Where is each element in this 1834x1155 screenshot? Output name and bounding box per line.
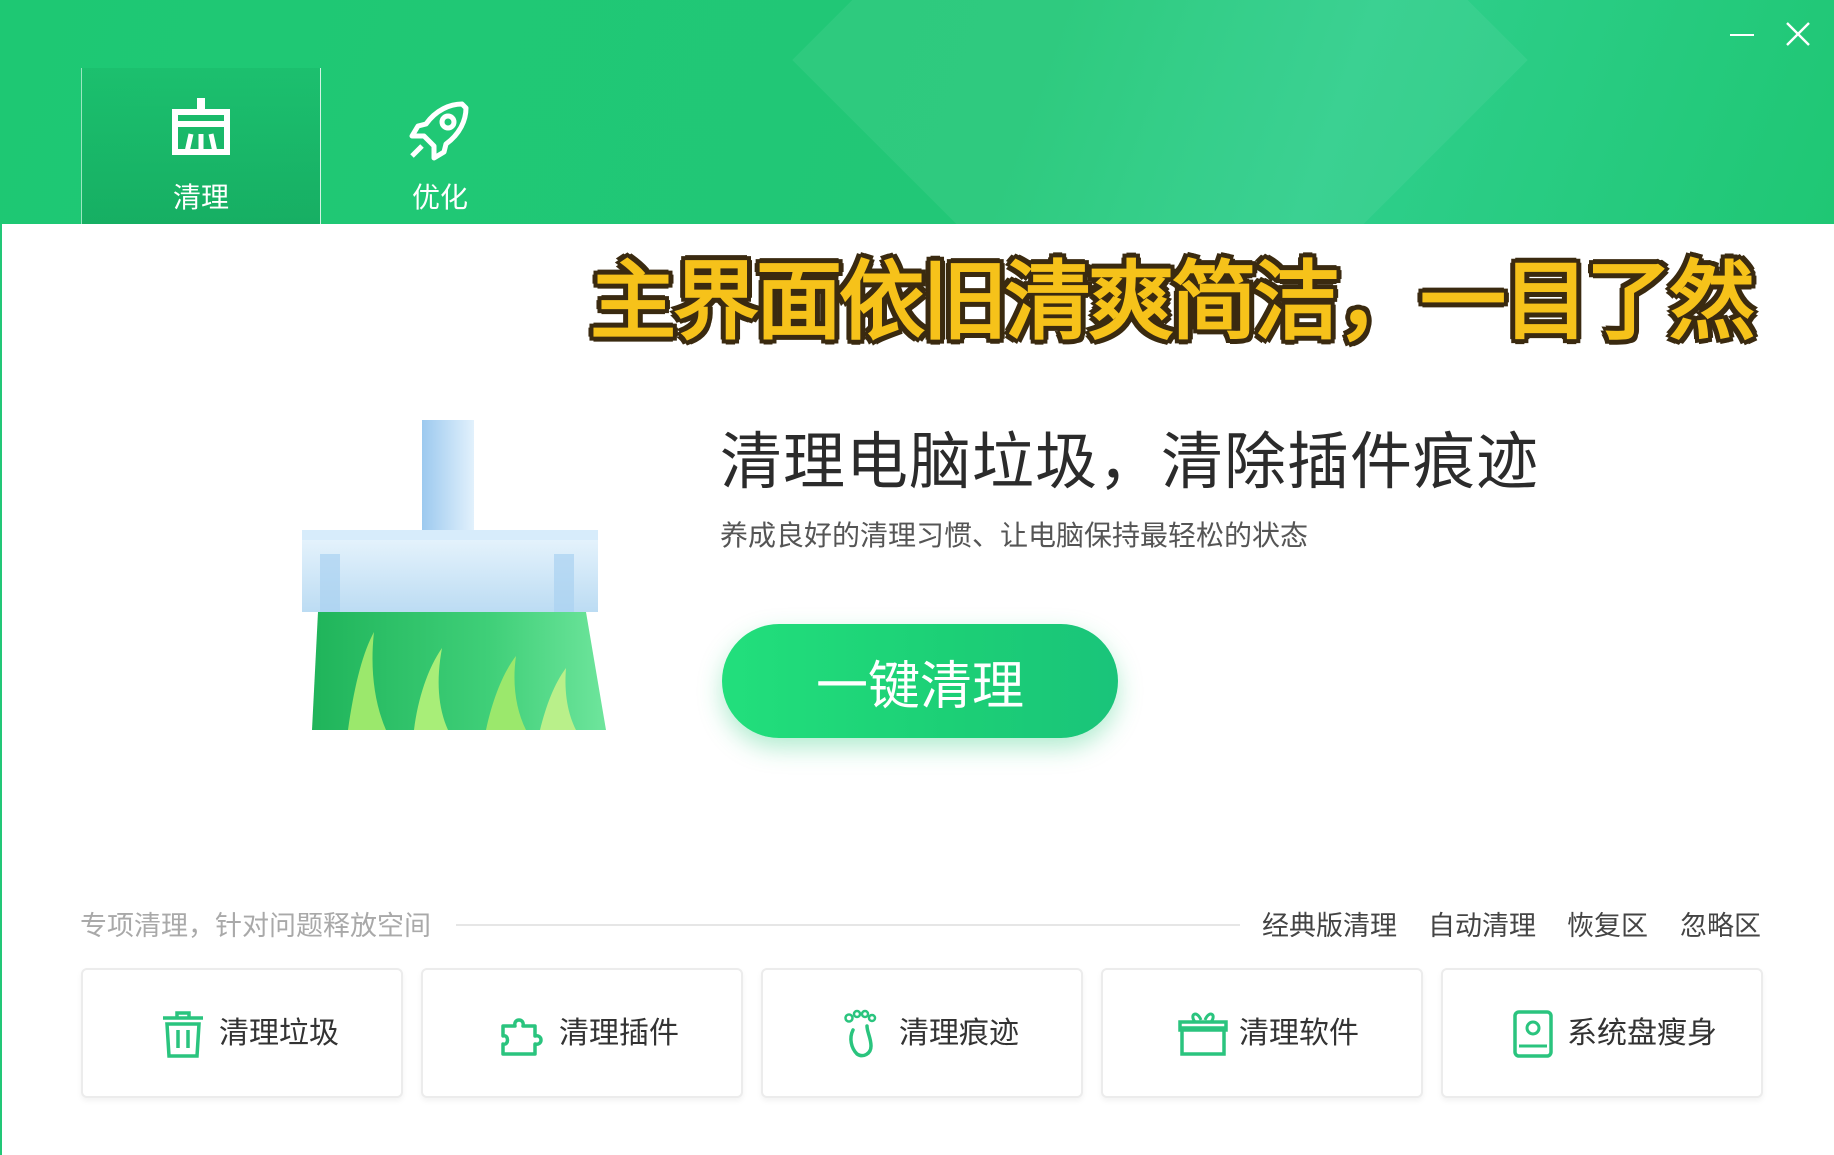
overlay-banner: 主界面依旧清爽简洁，一目了然 bbox=[590, 252, 1755, 352]
tab-divider bbox=[320, 68, 321, 224]
link-auto-clean[interactable]: 自动清理 bbox=[1428, 904, 1536, 943]
card-clean-plugins-label: 清理插件 bbox=[559, 1016, 679, 1051]
minimize-button[interactable] bbox=[1722, 14, 1762, 54]
card-system-disk-slim[interactable]: 系统盘瘦身 bbox=[1441, 968, 1763, 1098]
section-divider bbox=[456, 924, 1240, 926]
card-clean-plugins[interactable]: 清理插件 bbox=[421, 968, 743, 1098]
rocket-icon bbox=[409, 101, 469, 161]
card-clean-software[interactable]: 清理软件 bbox=[1101, 968, 1423, 1098]
card-clean-traces-label: 清理痕迹 bbox=[899, 1016, 1019, 1051]
card-clean-junk-label: 清理垃圾 bbox=[219, 1016, 339, 1051]
card-clean-junk[interactable]: 清理垃圾 bbox=[81, 968, 403, 1098]
link-restore-area[interactable]: 恢复区 bbox=[1567, 904, 1648, 943]
hero-subtitle: 养成良好的清理习惯、让电脑保持最轻松的状态 bbox=[720, 519, 1309, 552]
broom-icon bbox=[172, 98, 230, 155]
trash-icon bbox=[163, 1011, 203, 1058]
card-system-disk-slim-label: 系统盘瘦身 bbox=[1567, 1016, 1717, 1051]
tab-clean-label: 清理 bbox=[172, 181, 229, 214]
tab-optimize[interactable]: 优化 bbox=[321, 68, 559, 224]
close-icon bbox=[1786, 22, 1810, 46]
link-ignore-area[interactable]: 忽略区 bbox=[1680, 904, 1761, 943]
one-click-clean-button[interactable]: 一键清理 bbox=[722, 624, 1118, 738]
hero-title: 清理电脑垃圾，清除插件痕迹 bbox=[720, 425, 1540, 498]
tab-optimize-label: 优化 bbox=[411, 181, 468, 214]
close-button[interactable] bbox=[1778, 14, 1818, 54]
section-label: 专项清理，针对问题释放空间 bbox=[80, 911, 431, 942]
puzzle-icon bbox=[501, 1018, 543, 1056]
tab-clean[interactable]: 清理 bbox=[82, 68, 320, 224]
card-clean-software-label: 清理软件 bbox=[1239, 1016, 1359, 1051]
link-classic-clean[interactable]: 经典版清理 bbox=[1262, 904, 1397, 943]
footprint-icon bbox=[844, 1009, 877, 1058]
disk-icon bbox=[1513, 1010, 1553, 1058]
card-clean-traces[interactable]: 清理痕迹 bbox=[761, 968, 1083, 1098]
gift-box-icon bbox=[1178, 1012, 1228, 1056]
window-border bbox=[0, 224, 2, 1155]
title-bar: 清理 优化 bbox=[0, 0, 1834, 224]
header-decoration bbox=[792, 0, 1528, 224]
broom-illustration bbox=[302, 420, 606, 730]
